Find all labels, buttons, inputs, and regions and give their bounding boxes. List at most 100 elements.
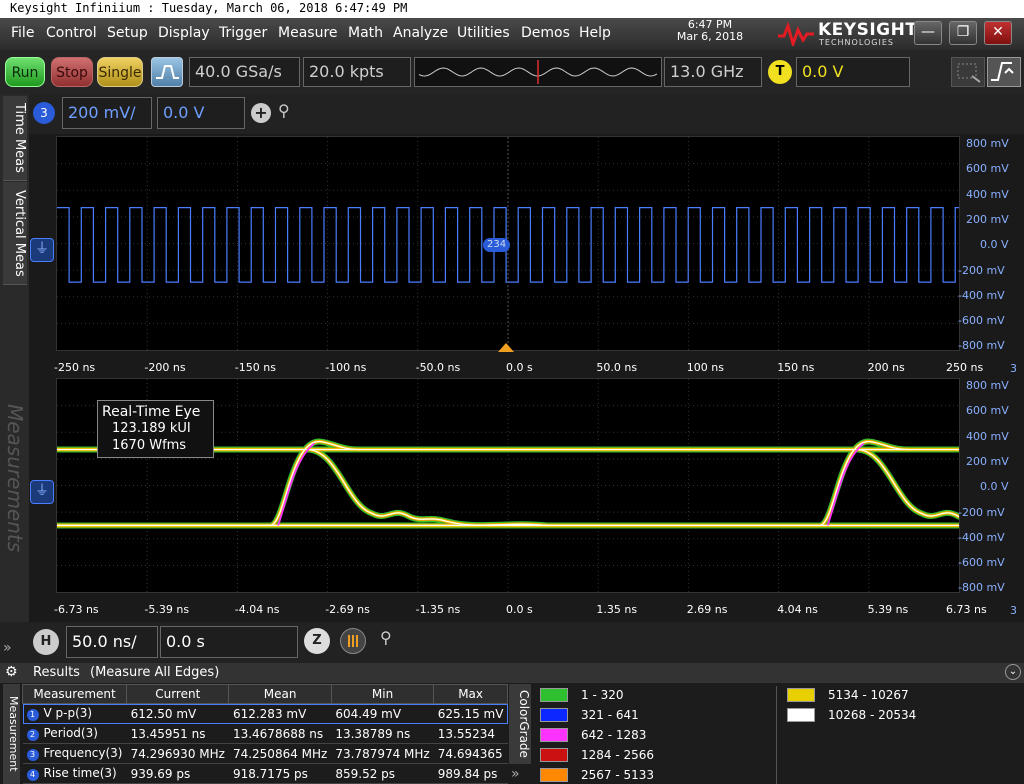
lower-tick-label: -4.04 ns xyxy=(234,603,280,616)
colorgrade-label: 10268 - 20534 xyxy=(828,708,917,722)
measurement-name: 3 Frequency(3) xyxy=(22,743,127,764)
lower-tick-label: 6.73 ns xyxy=(946,603,987,616)
colorgrade-label: 5134 - 10267 xyxy=(828,688,909,702)
trigger-level-field[interactable]: 0.0 V xyxy=(796,57,910,87)
menu-analyze[interactable]: Analyze xyxy=(393,25,448,41)
measurement-current: 939.69 ps xyxy=(126,763,229,784)
measurement-table-container: Measurement Current Mean Min Max 1 V p-p(… xyxy=(22,684,508,784)
waveform-overview[interactable] xyxy=(414,57,662,87)
run-button[interactable]: Run xyxy=(5,57,45,87)
segments-button[interactable] xyxy=(340,628,366,654)
measurement-name: 1 V p-p(3) xyxy=(22,703,127,724)
expand-left-icon[interactable]: » xyxy=(3,640,25,660)
zoom-select-icon xyxy=(957,63,981,83)
measurement-table: Measurement Current Mean Min Max 1 V p-p(… xyxy=(22,684,508,784)
brand-name: KEYSIGHT xyxy=(818,20,918,40)
pin-icon[interactable]: ⚲ xyxy=(278,101,290,120)
gear-icon[interactable]: ⚙ xyxy=(5,664,18,680)
keysight-logo-icon xyxy=(778,22,814,46)
pin-horizontal-icon[interactable]: ⚲ xyxy=(380,628,392,647)
single-button[interactable]: Single xyxy=(97,57,143,87)
measurement-max: 625.15 mV xyxy=(433,703,508,724)
table-row[interactable]: 2 Period(3) 13.45951 ns 13.4678688 ns 13.… xyxy=(22,723,508,744)
tab-colorgrade[interactable]: ColorGrade xyxy=(509,684,531,764)
eye-falling-edge xyxy=(306,447,548,528)
eye-falling-edge xyxy=(856,448,1024,527)
add-channel-icon[interactable]: + xyxy=(251,103,271,123)
menu-demos[interactable]: Demos xyxy=(521,25,570,41)
close-button[interactable]: ✕ xyxy=(984,21,1012,45)
col-measurement[interactable]: Measurement xyxy=(22,684,128,704)
trigger-mode-button[interactable] xyxy=(987,57,1021,87)
measurement-mean: 612.283 mV xyxy=(228,703,332,724)
lower-tick-label: 0.0 s xyxy=(506,603,533,616)
colorgrade-swatch xyxy=(540,728,568,742)
lower-tick-label: -2.69 ns xyxy=(325,603,370,616)
horizontal-position-field[interactable]: 0.0 s xyxy=(160,626,298,658)
tab-measurement[interactable]: Measurement xyxy=(3,684,20,784)
menu-utilities[interactable]: Utilities xyxy=(457,25,510,41)
collapse-results-icon[interactable]: ⌄ xyxy=(1005,664,1021,680)
menu-help[interactable]: Help xyxy=(579,25,611,41)
upper-tick-label: -150 ns xyxy=(234,361,276,374)
measurement-index-badge: 2 xyxy=(26,729,39,741)
waveform-overview-icon xyxy=(418,60,658,84)
upper-tick-label: 50.0 ns xyxy=(596,361,638,374)
upper-tick-label: -200 ns xyxy=(144,361,186,374)
menu-display[interactable]: Display xyxy=(158,25,210,41)
menu-math[interactable]: Math xyxy=(348,25,383,41)
menu-control[interactable]: Control xyxy=(46,25,97,41)
upper-corner-label: 3 xyxy=(1010,362,1017,375)
zoom-icon[interactable]: Z xyxy=(304,628,330,654)
upper-tick-label: 100 ns xyxy=(686,361,724,374)
colorgrade-label: 2567 - 5133 xyxy=(581,768,655,782)
colorgrade-legend-left xyxy=(533,686,777,784)
colorgrade-swatch xyxy=(787,708,815,722)
zoom-select-button[interactable] xyxy=(951,57,985,87)
tab-vertical-meas[interactable]: Vertical Meas xyxy=(3,182,27,285)
trigger-badge[interactable]: T xyxy=(768,60,792,84)
lower-tick-label: 1.35 ns xyxy=(596,603,638,616)
expand-right-icon[interactable]: » xyxy=(511,766,520,782)
menu-measure[interactable]: Measure xyxy=(278,25,338,41)
measurement-label: V p-p(3) xyxy=(43,706,93,720)
upper-tick-label: 0.0 s xyxy=(506,361,533,374)
table-row[interactable]: 3 Frequency(3) 74.296930 MHz 74.250864 MH… xyxy=(22,743,508,764)
menu-file[interactable]: File xyxy=(11,25,34,41)
horizontal-badge[interactable]: H xyxy=(33,629,59,655)
eye-title: Real-Time Eye xyxy=(102,404,201,420)
channel-ground-marker-upper[interactable]: ⏚ xyxy=(30,238,54,262)
clock: 6:47 PM Mar 6, 2018 xyxy=(640,19,780,43)
col-current[interactable]: Current xyxy=(126,684,230,704)
menu-setup[interactable]: Setup xyxy=(107,25,148,41)
lower-tick-label: -400 mV xyxy=(958,530,1005,544)
eye-dense-core xyxy=(826,442,865,526)
table-row[interactable]: 1 V p-p(3) 612.50 mV 612.283 mV 604.49 mV… xyxy=(22,703,508,724)
restore-button[interactable]: ❐ xyxy=(949,21,977,45)
channel-3-badge[interactable]: 3 xyxy=(33,102,55,124)
eye-wfms-count: 1670 Wfms xyxy=(112,438,187,453)
channel-ground-marker-lower[interactable]: ⏚ xyxy=(30,480,54,504)
table-row[interactable]: 4 Rise time(3) 939.69 ps 918.7175 ps 859.… xyxy=(22,763,508,784)
channel-offset-field[interactable]: 0.0 V xyxy=(157,97,245,129)
autoscale-button[interactable] xyxy=(151,57,183,87)
col-min[interactable]: Min xyxy=(330,684,435,704)
upper-tick-label: -400 mV xyxy=(958,288,1005,302)
channel-scale-field[interactable]: 200 mV/ xyxy=(62,97,152,129)
col-max[interactable]: Max xyxy=(433,684,508,704)
memory-depth-field[interactable]: 20.0 kpts xyxy=(303,57,411,87)
results-mode: (Measure All Edges) xyxy=(90,665,220,680)
menu-trigger[interactable]: Trigger xyxy=(219,25,267,41)
tab-time-meas[interactable]: Time Meas xyxy=(3,96,27,181)
bandwidth-field[interactable]: 13.0 GHz xyxy=(664,57,762,87)
upper-tick-label: -100 ns xyxy=(325,361,367,374)
sample-rate-field[interactable]: 40.0 GSa/s xyxy=(189,57,300,87)
autoscale-icon xyxy=(156,65,179,79)
upper-tick-label: 800 mV xyxy=(966,137,1009,150)
horizontal-scale-field[interactable]: 50.0 ns/ xyxy=(66,626,158,658)
stop-button[interactable]: Stop xyxy=(51,57,93,87)
clock-date: Mar 6, 2018 xyxy=(676,30,744,43)
col-mean[interactable]: Mean xyxy=(228,684,332,704)
results-title: Results xyxy=(33,665,80,680)
minimize-button[interactable]: — xyxy=(914,21,942,45)
